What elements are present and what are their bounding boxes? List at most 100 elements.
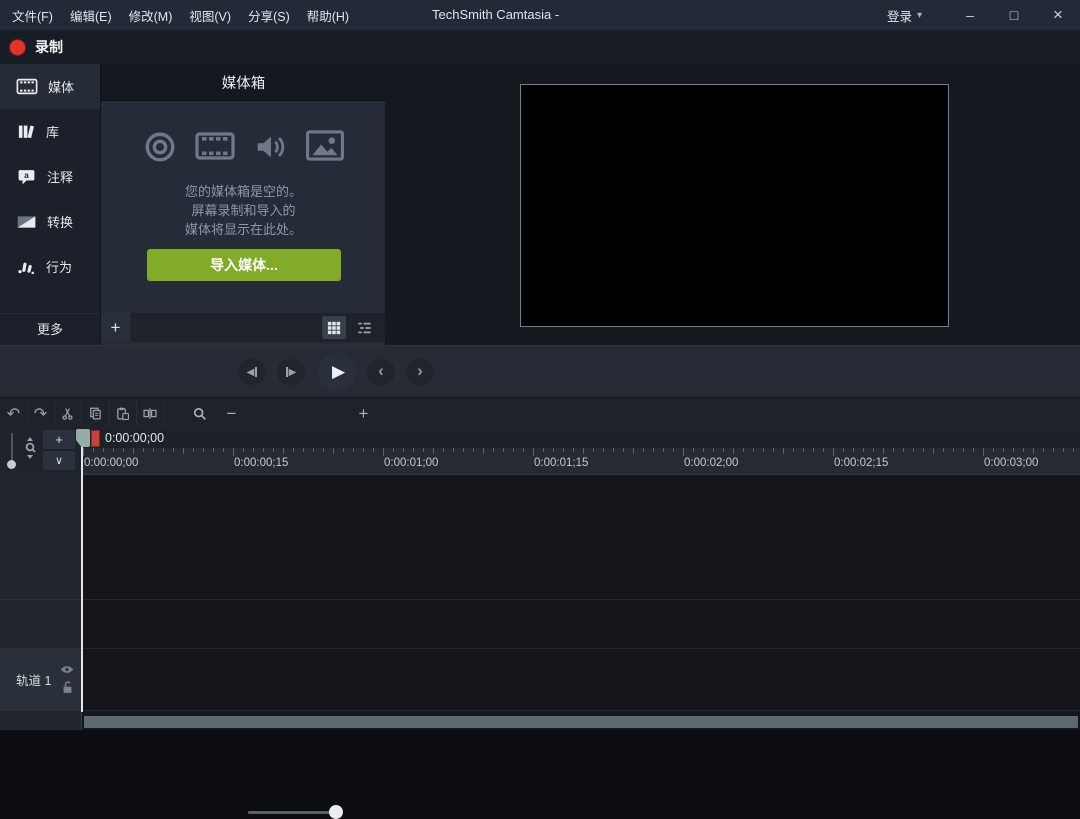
timeline-tracks: 轨道 1 [0,475,1080,730]
library-icon [16,122,36,141]
playback-controls: ◀ ▶ ▶ ‹ › 00:00 / 00:00 30 fps 属性 [0,345,1080,730]
record-button[interactable]: 录制 [9,34,63,60]
redo-button[interactable]: ↷ [27,400,55,427]
menu-share[interactable]: 分享(S) [248,6,290,25]
ruler-label: 0:00:00;15 [234,457,289,469]
track-gutter [0,711,82,730]
timeline-zoom-button[interactable] [186,400,213,427]
copy-icon [88,406,103,421]
sidebar-item-transitions[interactable]: 转换 [0,199,100,244]
sidebar-more-button[interactable]: 更多 [0,313,100,343]
sidebar-item-library[interactable]: 库 [0,109,100,154]
sidebar: 媒体 库 a 注释 转换 行为 更多 [0,64,100,345]
media-icon [16,78,38,95]
jump-forward-button[interactable]: › [406,358,434,386]
ruler-label: 0:00:01;15 [534,457,589,469]
list-view-button[interactable] [352,316,376,339]
track-lane-empty[interactable] [82,600,1080,649]
timeline-zoom-slider[interactable] [248,811,342,814]
ruler-label: 0:00:00;00 [84,457,139,469]
login-label: 登录 [886,9,912,24]
paste-icon [115,406,130,421]
scissors-icon [60,406,75,421]
media-bin-empty-text: 您的媒体箱是空的。 屏幕录制和导入的 媒体将显示在此处。 [184,184,302,237]
track-visibility-eye-icon[interactable] [60,665,74,674]
grid-view-button[interactable] [322,316,346,339]
undo-icon: ↶ [6,405,21,423]
menu-view[interactable]: 视图(V) [189,6,231,25]
play-button[interactable]: ▶ [318,353,356,391]
menu-edit[interactable]: 编辑(E) [70,6,112,25]
minimize-button[interactable]: – [948,0,992,30]
behavior-icon [16,257,36,276]
audio-icon [253,130,287,164]
copy-button[interactable] [82,400,110,427]
recording-icon [143,130,177,164]
media-bin-header: 媒体箱 [101,64,386,101]
track-gutter [0,475,82,600]
add-media-button[interactable]: + [101,313,130,342]
media-bin-footer: + [101,313,386,342]
playhead-line[interactable] [81,447,83,712]
transition-icon [16,214,37,230]
play-icon: ▶ [331,362,346,381]
track1-label: 轨道 1 [16,674,52,688]
playhead-out-marker[interactable] [91,430,100,447]
track-gutter [0,600,82,649]
plus-icon: + [358,403,369,423]
close-button[interactable]: × [1036,0,1080,30]
menu-modify[interactable]: 修改(M) [129,6,173,25]
sidebar-item-label: 注释 [47,170,74,185]
sidebar-item-label: 库 [46,125,60,140]
sidebar-item-label: 转换 [47,215,74,230]
import-media-label: 导入媒体... [210,257,278,273]
image-icon [305,130,345,164]
horizontal-scrollbar[interactable] [84,716,1078,728]
more-label: 更多 [36,322,63,337]
track1-lane[interactable] [82,649,1080,711]
track1-header[interactable]: 轨道 1 [0,649,82,711]
login-menu[interactable]: 登录 ▾ [887,6,922,25]
playhead-time: 0:00:00;00 [105,431,165,445]
step-back-icon: ◀ [247,367,258,378]
toolbar: 录制 22% ▾ 分享 [0,30,1080,92]
minus-icon: − [226,403,237,423]
menu-help[interactable]: 帮助(H) [307,6,349,25]
sidebar-item-behaviors[interactable]: 行为 [0,244,100,289]
jump-back-button[interactable]: ‹ [367,358,395,386]
maximize-button[interactable]: □ [992,0,1036,30]
redo-icon: ↷ [33,405,48,423]
step-back-button[interactable]: ◀ [238,358,266,386]
cut-button[interactable] [54,400,82,427]
timeline-zoom-out-button[interactable]: − [218,400,245,427]
undo-button[interactable]: ↶ [0,400,28,427]
timeline-zoom-knob[interactable] [329,805,343,819]
track-unlock-icon[interactable] [62,680,73,694]
add-track-button[interactable]: + [43,430,75,449]
timeline-zoom-in-button[interactable]: + [350,400,377,427]
split-button[interactable] [136,400,164,427]
preview-stage[interactable] [520,84,949,327]
sidebar-item-annotations[interactable]: a 注释 [0,154,100,199]
magnifier-icon [192,406,208,422]
paste-button[interactable] [109,400,137,427]
sidebar-item-media[interactable]: 媒体 [0,64,100,109]
import-media-button[interactable]: 导入媒体... [147,249,341,281]
titlebar: 文件(F) 编辑(E) 修改(M) 视图(V) 分享(S) 帮助(H) Tech… [0,0,1080,30]
menubar: 文件(F) 编辑(E) 修改(M) 视图(V) 分享(S) 帮助(H) [0,6,349,25]
menu-file[interactable]: 文件(F) [12,6,53,25]
chevron-right-icon: › [417,361,423,380]
window-title: TechSmith Camtasia - [432,7,560,22]
timeline-ruler[interactable]: 0:00:00;00 0:00:00;15 0:00:01;00 0:00:01;15… [82,448,1080,475]
record-label: 录制 [35,39,63,55]
ruler-label: 0:00:02;15 [834,457,889,469]
ruler-labels: 0:00:00;00 0:00:00;15 0:00:01;00 0:00:01;15… [0,448,1080,475]
sidebar-item-label: 媒体 [48,80,75,95]
ruler-label: 0:00:03;00 [984,457,1039,469]
media-bin-panel: 媒体箱 您的媒体箱是空的。 屏幕录制和导入的 媒体将显示在此处。 导入媒体...… [100,64,386,345]
step-forward-button[interactable]: ▶ [277,358,305,386]
track-lane-empty[interactable] [82,475,1080,600]
playhead-row: 0:00:00;00 [76,429,1080,448]
media-bin-title: 媒体箱 [221,75,266,92]
caret-down-icon: ▾ [916,9,922,21]
